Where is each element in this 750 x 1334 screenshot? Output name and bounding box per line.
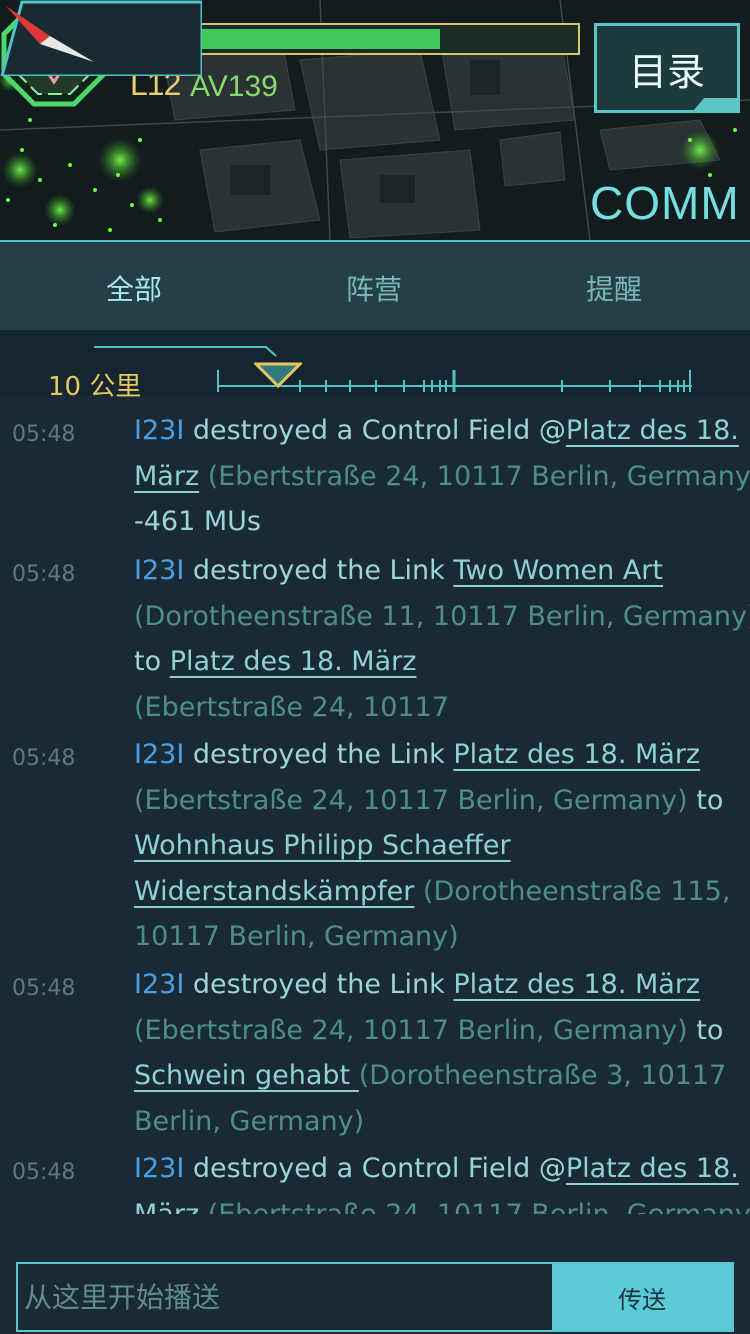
message-line: I23I destroyed the Link Two Women Art: [134, 548, 734, 594]
message-line: (Ebertstraße 24, 10117: [134, 685, 734, 731]
message-timestamp: 05:48: [12, 976, 76, 1001]
portal-link[interactable]: Widerstandskämpfer: [134, 876, 414, 907]
portal-address: (Ebertstraße 24, 10117 Berlin, Germany): [134, 784, 688, 816]
comm-filter-tabs: 全部 阵营 提醒: [0, 240, 750, 330]
agent-name-link[interactable]: I23I: [134, 1153, 184, 1184]
message-text: to: [687, 1014, 724, 1046]
broadcast-input[interactable]: [18, 1264, 552, 1330]
portal-address: (Ebertstraße 24, 10117 Berlin, Germany): [199, 460, 750, 492]
message-body: I23I destroyed a Control Field @Platz de…: [134, 408, 750, 545]
message-line: I23I destroyed the Link Platz des 18. Mä…: [134, 962, 734, 1008]
portal-link[interactable]: Wohnhaus Philipp Schaeffer: [134, 830, 511, 861]
message-text: destroyed a Control Field @: [184, 415, 566, 446]
range-handle-icon[interactable]: [254, 362, 302, 388]
portal-address: Berlin, Germany): [134, 1105, 365, 1137]
portal-link[interactable]: März: [134, 1199, 199, 1215]
message-line: Wohnhaus Philipp Schaeffer: [134, 823, 734, 869]
agent-name-link[interactable]: I23I: [134, 555, 184, 586]
portal-address: (Dorotheenstraße 11, 10117 Berlin, Germa…: [134, 600, 750, 632]
message-line: 10117 Berlin, Germany): [134, 914, 734, 960]
message-text: destroyed the Link: [184, 555, 454, 586]
message-line: -461 MUs: [134, 499, 734, 545]
ops-menu-label: 目录: [628, 49, 705, 94]
portal-link[interactable]: Platz des 18. März: [453, 969, 700, 1000]
portal-link[interactable]: Two Women Art: [453, 555, 663, 586]
portal-address: (Ebertstraße 24, 10117 Berlin, Germany): [134, 1014, 688, 1046]
message-body: I23I destroyed a Control Field @Platz de…: [134, 1146, 750, 1215]
portal-address: 10117 Berlin, Germany): [134, 921, 459, 952]
message-line: März (Ebertstraße 24, 10117 Berlin, Germ…: [134, 454, 750, 500]
portal-link[interactable]: Platz des 18.: [566, 1153, 739, 1184]
portal-link[interactable]: Schwein gehabt: [134, 1060, 359, 1091]
message-text: destroyed the Link: [184, 739, 454, 770]
tab-all[interactable]: 全部: [106, 268, 162, 308]
message-timestamp: 05:48: [12, 562, 76, 587]
portal-address: (Dorotheenstraße 3, 10117: [358, 1060, 727, 1091]
message-text: to: [687, 784, 724, 816]
map-view[interactable]: L12 AV139 目录 COMM: [0, 0, 750, 240]
message-text: to: [134, 646, 170, 677]
portal-link[interactable]: Platz des 18. März: [453, 739, 700, 770]
agent-name-link[interactable]: I23I: [134, 415, 184, 446]
comm-message-list[interactable]: 05:48 I23I destroyed a Control Field @Pla…: [0, 396, 750, 1214]
agent-name-link[interactable]: I23I: [134, 739, 184, 770]
range-slider[interactable]: 10 公里: [0, 330, 750, 402]
message-line: I23I destroyed the Link Platz des 18. Mä…: [134, 732, 734, 778]
tab-faction[interactable]: 阵营: [346, 268, 402, 308]
portal-address: (Ebertstraße 24, 10117: [134, 691, 449, 723]
message-timestamp: 05:48: [12, 1160, 76, 1185]
message-line: I23I destroyed a Control Field @Platz de…: [134, 1146, 739, 1192]
message-body: I23I destroyed the Link Two Women Art (Do…: [134, 548, 750, 731]
message-line: Schwein gehabt (Dorotheenstraße 3, 10117: [134, 1053, 734, 1099]
portal-link[interactable]: Platz des 18. März: [170, 646, 417, 677]
message-line: (Dorotheenstraße 11, 10117 Berlin, Germa…: [134, 594, 750, 640]
send-button[interactable]: 传送: [552, 1264, 732, 1330]
message-line: Widerstandskämpfer (Dorotheenstraße 115,: [134, 869, 734, 915]
agent-ap: AV139: [190, 70, 278, 103]
portal-link[interactable]: März: [134, 461, 199, 492]
message-line: (Ebertstraße 24, 10117 Berlin, Germany) …: [134, 778, 734, 824]
portal-address: (Ebertstraße 24, 10117 Berlin, Germany): [199, 1198, 750, 1215]
message-text: destroyed the Link: [184, 969, 454, 1000]
ops-button-notch-decoration: [694, 98, 740, 110]
tab-alerts[interactable]: 提醒: [586, 268, 642, 308]
portal-address: (Dorotheenstraße 115,: [414, 875, 731, 907]
message-timestamp: 05:48: [12, 746, 76, 771]
message-line: to Platz des 18. März: [134, 639, 734, 685]
message-text: destroyed a Control Field @: [184, 1153, 566, 1184]
comm-title[interactable]: COMM: [590, 176, 740, 230]
message-timestamp: 05:48: [12, 422, 76, 447]
portal-link[interactable]: Platz des 18.: [566, 415, 739, 446]
message-text: -461 MUs: [134, 506, 261, 537]
message-line: I23I destroyed a Control Field @Platz de…: [134, 408, 739, 454]
compass-icon[interactable]: [0, 0, 100, 70]
agent-name-link[interactable]: I23I: [134, 969, 184, 1000]
message-line: Berlin, Germany): [134, 1099, 734, 1145]
message-body: I23I destroyed the Link Platz des 18. Mä…: [134, 732, 734, 960]
message-line: (Ebertstraße 24, 10117 Berlin, Germany) …: [134, 1008, 734, 1054]
send-button-label: 传送: [618, 1285, 666, 1314]
message-body: I23I destroyed the Link Platz des 18. Mä…: [134, 962, 734, 1144]
broadcast-bar: 传送: [16, 1262, 734, 1332]
message-line: März (Ebertstraße 24, 10117 Berlin, Germ…: [134, 1192, 750, 1215]
